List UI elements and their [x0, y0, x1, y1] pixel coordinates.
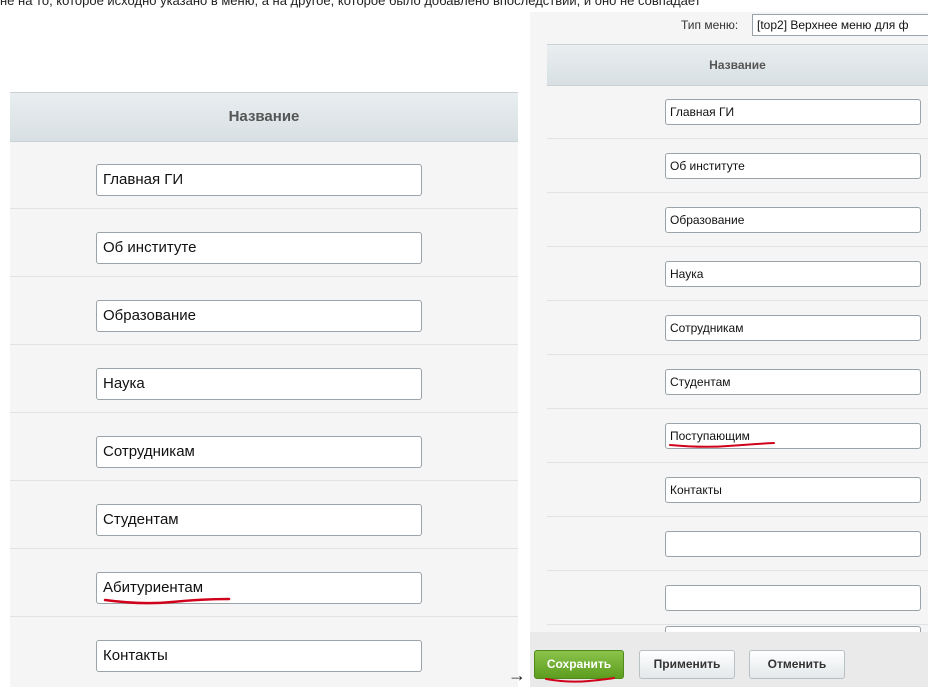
table-row: Студентам: [547, 355, 928, 409]
table-row: Сотрудникам: [10, 413, 518, 481]
left-table-header: Название: [10, 92, 518, 142]
menu-item-input[interactable]: Главная ГИ: [96, 164, 422, 196]
cancel-button[interactable]: Отменить: [749, 650, 845, 679]
menu-item-input[interactable]: Сотрудникам: [96, 436, 422, 468]
table-row: Наука: [547, 247, 928, 301]
red-underline-annotation: [669, 442, 775, 448]
menu-item-input[interactable]: Студентам: [665, 369, 921, 395]
menu-item-input[interactable]: Сотрудникам: [665, 315, 921, 341]
left-menu-editor: Название Главная ГИ Об институте Образов…: [10, 92, 518, 687]
menu-item-input[interactable]: Студентам: [96, 504, 422, 536]
menu-item-input[interactable]: Об институте: [96, 232, 422, 264]
red-underline-annotation: [545, 677, 615, 683]
apply-button[interactable]: Применить: [639, 650, 735, 679]
arrow-glyph: →: [508, 665, 526, 685]
menu-type-label: Тип меню:: [681, 18, 739, 32]
right-table-header: Название: [547, 44, 928, 86]
right-menu-editor: Тип меню: [top2] Верхнее меню для ф Назв…: [530, 12, 928, 687]
menu-item-input[interactable]: [665, 585, 921, 611]
table-row: Главная ГИ: [547, 85, 928, 139]
menu-item-input[interactable]: Наука: [96, 368, 422, 400]
menu-item-input[interactable]: Контакты: [665, 477, 921, 503]
menu-item-input[interactable]: Образование: [96, 300, 422, 332]
table-row: Об институте: [547, 139, 928, 193]
table-row: Главная ГИ: [10, 141, 518, 209]
table-row: Студентам: [10, 481, 518, 549]
table-row: Поступающим: [547, 409, 928, 463]
menu-item-input[interactable]: Об институте: [665, 153, 921, 179]
table-row: Наука: [10, 345, 518, 413]
table-row: [547, 625, 928, 632]
left-column-title: Название: [228, 108, 300, 125]
save-button[interactable]: Сохранить: [534, 650, 624, 679]
right-column-title: Название: [709, 58, 766, 72]
table-row: Контакты: [547, 463, 928, 517]
menu-type-select[interactable]: [top2] Верхнее меню для ф: [752, 14, 928, 36]
menu-item-input[interactable]: Главная ГИ: [665, 99, 921, 125]
top-caption-text: не на то, которое исходно указано в меню…: [0, 0, 701, 8]
table-row: Об институте: [10, 209, 518, 277]
table-row: [547, 517, 928, 571]
table-row: Образование: [10, 277, 518, 345]
table-row: Сотрудникам: [547, 301, 928, 355]
menu-item-input[interactable]: Контакты: [96, 640, 422, 672]
action-bar: Сохранить Применить Отменить: [530, 632, 928, 687]
menu-item-input[interactable]: Образование: [665, 207, 921, 233]
menu-item-input[interactable]: [665, 531, 921, 557]
table-row: [547, 571, 928, 625]
table-row: Образование: [547, 193, 928, 247]
menu-item-input[interactable]: Наука: [665, 261, 921, 287]
table-row: Абитуриентам: [10, 549, 518, 617]
red-underline-annotation: [103, 597, 231, 605]
table-row: Контакты: [10, 617, 518, 684]
